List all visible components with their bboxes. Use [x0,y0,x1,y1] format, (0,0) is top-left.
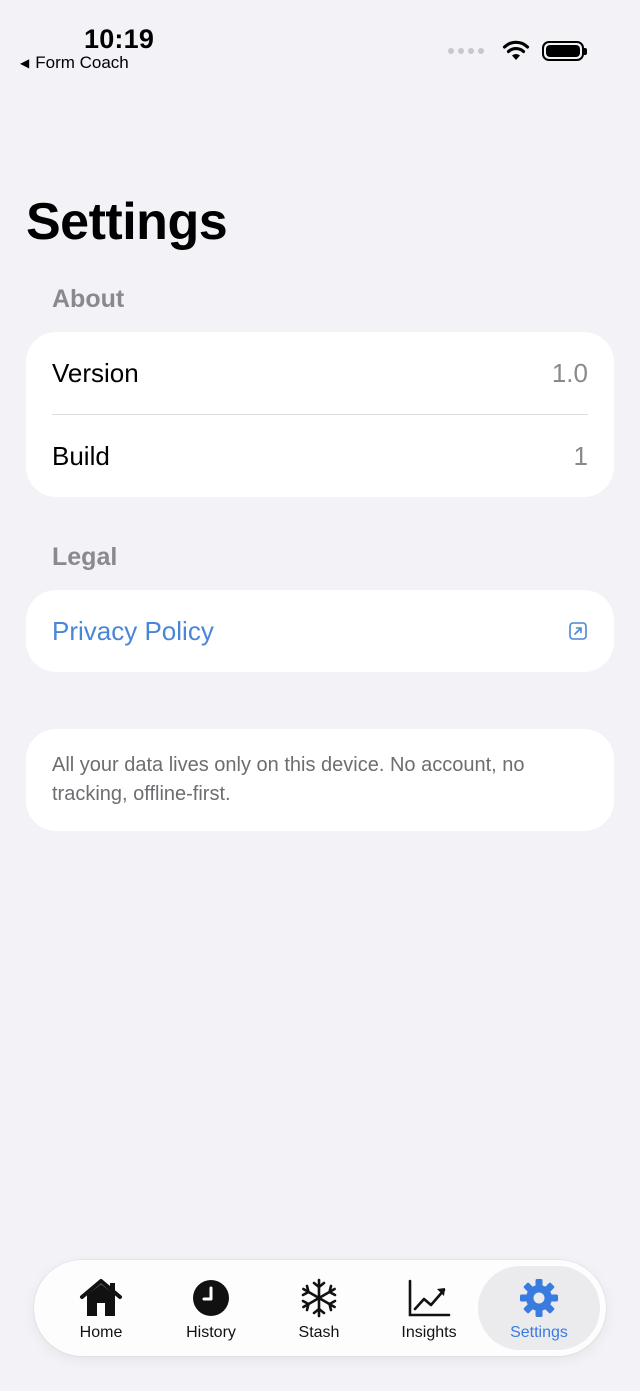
tab-home-label: Home [79,1324,123,1341]
status-time: 10:19 [84,24,155,54]
chart-trend-icon [408,1279,451,1317]
privacy-policy-label: Privacy Policy [52,615,214,646]
tab-stash[interactable]: Stash [258,1266,380,1350]
tab-home[interactable]: Home [40,1266,162,1350]
tab-settings-label: Settings [510,1324,568,1341]
battery-icon [542,41,587,61]
settings-screen: 10:19 ◀ Form Coach Settings About Versio… [0,0,640,1391]
section-header-about: About [52,285,125,313]
tab-settings[interactable]: Settings [478,1266,600,1350]
version-row: Version 1.0 [26,332,614,414]
version-label: Version [52,357,139,388]
house-icon [80,1279,122,1316]
snowflake-icon [301,1278,337,1318]
build-row: Build 1 [26,415,614,497]
triangle-left-icon: ◀ [20,56,30,70]
tab-history[interactable]: History [150,1266,272,1350]
tab-history-label: History [186,1324,236,1341]
tab-insights-label: Insights [401,1324,457,1341]
status-indicators [448,40,587,62]
back-to-app-link[interactable]: ◀ Form Coach [20,53,129,73]
gear-icon [520,1279,558,1317]
clock-icon [193,1280,229,1316]
tab-insights[interactable]: Insights [368,1266,490,1350]
page-title: Settings [26,193,228,251]
signal-dots-icon [448,48,484,54]
privacy-policy-link[interactable]: Privacy Policy [26,590,614,672]
back-label: Form Coach [35,53,129,72]
tab-stash-label: Stash [298,1324,340,1341]
version-value: 1.0 [551,357,588,388]
about-card: Version 1.0 Build 1 [26,332,614,497]
tab-bar: Home History Stash Insights Settings [34,1260,606,1356]
legal-card: Privacy Policy [26,590,614,672]
build-value: 1 [573,440,588,471]
wifi-icon [502,40,530,60]
external-link-icon [569,622,587,640]
section-header-legal: Legal [52,543,118,571]
privacy-note: All your data lives only on this device.… [26,729,614,831]
build-label: Build [52,440,110,471]
